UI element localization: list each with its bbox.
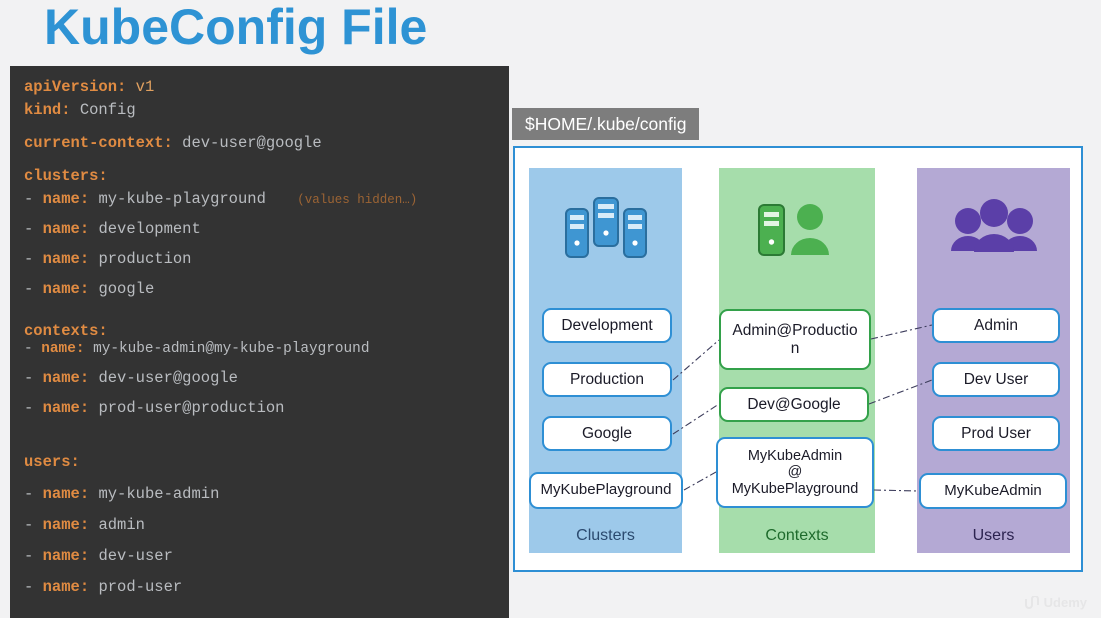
code-value: Config [79,101,136,119]
code-key: name: [42,250,90,268]
code-line-user-devuser: - name: dev-user [24,547,173,565]
node-user-dev-user[interactable]: Dev User [932,362,1060,397]
node-user-admin[interactable]: Admin [932,308,1060,343]
code-line-context-devuser: - name: dev-user@google [24,369,238,387]
udemy-watermark: Udemy [1024,595,1087,610]
code-key: name: [42,220,90,238]
code-value: google [98,280,155,298]
code-dash: - [24,485,34,503]
column-label-clusters: Clusters [576,527,635,544]
code-line-context-mykubeadmin: - name: my-kube-admin@my-kube-playground [24,342,369,356]
code-key: name: [42,399,90,417]
code-key: name: [42,190,90,208]
code-dash: - [24,190,34,208]
code-line-cluster-development: - name: development [24,220,201,238]
code-dash: - [24,341,33,357]
code-line-kind: kind: Config [24,101,136,119]
code-line-user-mykubeadmin: - name: my-kube-admin [24,485,220,503]
code-value: prod-user@production [98,399,285,417]
node-text-line3: MyKubePlayground [731,480,859,497]
code-value: dev-user@google [182,134,322,152]
node-context-mykubeadmin-mykubeplayground[interactable]: MyKubeAdmin @ MyKubePlayground [716,437,874,508]
node-text-line1: MyKubeAdmin [747,448,843,465]
node-context-admin-production[interactable]: Admin@Productio n [719,309,871,370]
servers-icon [529,180,682,280]
code-value: v1 [135,78,155,96]
code-line-cluster-production: - name: production [24,250,192,268]
node-user-prod-user[interactable]: Prod User [932,416,1060,451]
code-dash: - [24,399,34,417]
code-value: development [98,220,201,238]
node-cluster-mykubeplayground[interactable]: MyKubePlayground [529,472,683,509]
code-value: my-kube-playground [98,190,266,208]
code-key: contexts: [24,322,108,340]
code-key: name: [42,516,90,534]
code-line-contexts-header: contexts: [24,322,108,340]
kubeconfig-code-panel: apiVersion: v1 kind: Config current-cont… [10,66,509,618]
watermark-label: Udemy [1043,595,1087,610]
code-value: dev-user [98,547,173,565]
code-key: name: [41,341,85,357]
code-line-cluster-google: - name: google [24,280,155,298]
code-line-current-context: current-context: dev-user@google [24,134,322,152]
code-dash: - [24,547,34,565]
code-dash: - [24,578,34,596]
code-dash: - [24,250,34,268]
code-dash: - [24,280,34,298]
udemy-logo-icon [1024,595,1039,609]
page-title: KubeConfig File [44,0,428,55]
node-text-line1: Admin@Productio [732,322,858,340]
code-key: name: [42,280,90,298]
node-context-dev-google[interactable]: Dev@Google [719,387,869,422]
kubeconfig-path-badge: $HOME/.kube/config [512,108,700,140]
column-label-users: Users [972,527,1015,544]
code-key: clusters: [24,167,108,185]
code-line-context-produser: - name: prod-user@production [24,399,285,417]
column-label-contexts: Contexts [765,527,829,544]
node-text-line2: n [790,339,800,357]
code-key: apiVersion: [24,78,127,96]
code-line-clusters-header: clusters: [24,167,108,185]
code-line-users-header: users: [24,453,80,471]
code-line-user-admin: - name: admin [24,516,145,534]
node-cluster-development[interactable]: Development [542,308,672,343]
code-key: users: [24,453,80,471]
node-cluster-production[interactable]: Production [542,362,672,397]
code-dash: - [24,369,34,387]
code-line-user-produser: - name: prod-user [24,578,183,596]
users-group-icon [917,180,1070,280]
code-key: name: [42,578,90,596]
code-dash: - [24,516,34,534]
code-key: name: [42,547,90,565]
code-value: my-kube-admin [98,485,220,503]
node-text-line2: @ [787,464,803,481]
slide-canvas: KubeConfig File apiVersion: v1 kind: Con… [0,0,1101,618]
code-value: prod-user [98,578,183,596]
code-key: name: [42,369,90,387]
code-key: current-context: [24,134,173,152]
code-key: kind: [24,101,71,119]
code-key: name: [42,485,90,503]
code-line-cluster-mykubeplayground: - name: my-kube-playground (values hidde… [24,190,418,208]
node-cluster-google[interactable]: Google [542,416,672,451]
code-value: admin [98,516,145,534]
code-line-apiversion: apiVersion: v1 [24,78,155,96]
server-user-icon [719,180,875,280]
values-hidden-note: (values hidden…) [297,193,418,207]
code-value: my-kube-admin@my-kube-playground [93,341,370,357]
node-user-mykubeadmin[interactable]: MyKubeAdmin [919,473,1067,509]
code-value: dev-user@google [98,369,238,387]
code-value: production [98,250,192,268]
code-dash: - [24,220,34,238]
